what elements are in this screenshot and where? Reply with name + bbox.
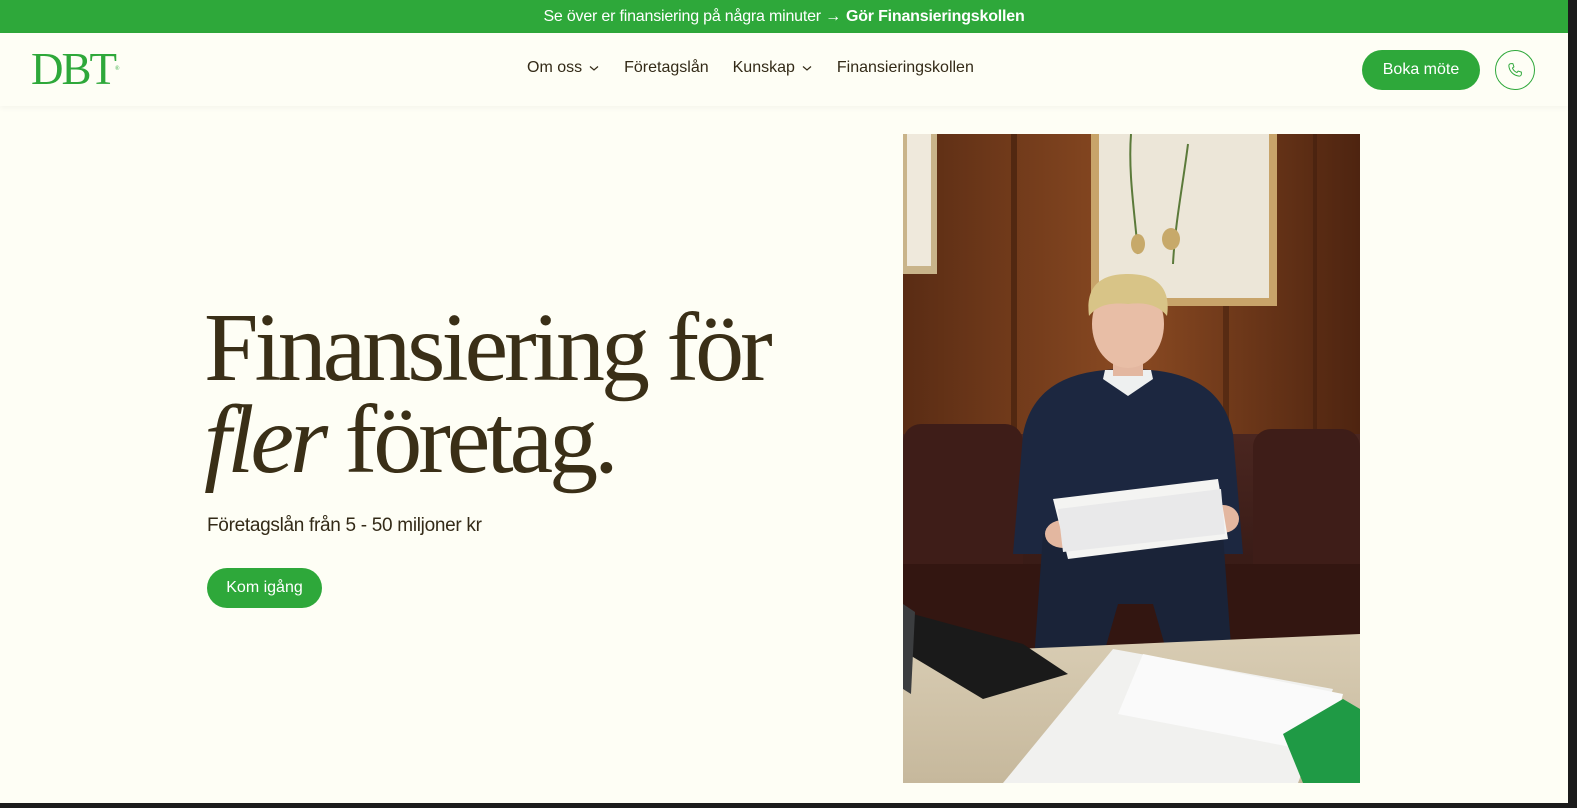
nav-label: Kunskap bbox=[732, 59, 795, 76]
hero-title: Finansiering för fler företag. bbox=[204, 299, 824, 489]
announcement-bar[interactable]: Se över er finansiering på några minuter… bbox=[0, 0, 1568, 33]
nav-label: Om oss bbox=[527, 59, 583, 76]
nav-item-kunskap[interactable]: Kunskap bbox=[733, 59, 813, 77]
nav-label: Företagslån bbox=[624, 59, 709, 76]
chevron-down-icon bbox=[802, 66, 812, 71]
announcement-text: Se över er finansiering på några minuter… bbox=[543, 7, 841, 25]
get-started-button[interactable]: Kom igång bbox=[207, 568, 322, 608]
announcement-link[interactable]: Gör Finansieringskollen bbox=[846, 8, 1025, 26]
hero-photo-illustration bbox=[903, 134, 1360, 783]
nav-label: Finansieringskollen bbox=[836, 59, 974, 76]
nav-item-finansieringskollen[interactable]: Finansieringskollen bbox=[837, 59, 974, 77]
hero-subtitle: Företagslån från 5 - 50 miljoner kr bbox=[207, 515, 482, 536]
nav-item-foretagslan[interactable]: Företagslån bbox=[624, 59, 709, 77]
book-meeting-button[interactable]: Boka möte bbox=[1362, 50, 1480, 90]
main-nav: Om oss Företagslån Kunskap Finansierings… bbox=[527, 59, 974, 77]
site-header: DBT® Om oss Företagslån Kunskap Finansie… bbox=[0, 33, 1568, 106]
hero-title-line2: företag. bbox=[344, 386, 619, 494]
hero-title-italic: fler bbox=[204, 386, 328, 494]
chevron-down-icon bbox=[589, 66, 599, 71]
phone-icon bbox=[1508, 63, 1522, 77]
phone-button[interactable] bbox=[1495, 50, 1535, 90]
nav-item-om-oss[interactable]: Om oss bbox=[527, 59, 600, 77]
hero-image bbox=[903, 134, 1360, 783]
logo[interactable]: DBT® bbox=[31, 47, 120, 92]
logo-text: DBT bbox=[31, 44, 117, 94]
